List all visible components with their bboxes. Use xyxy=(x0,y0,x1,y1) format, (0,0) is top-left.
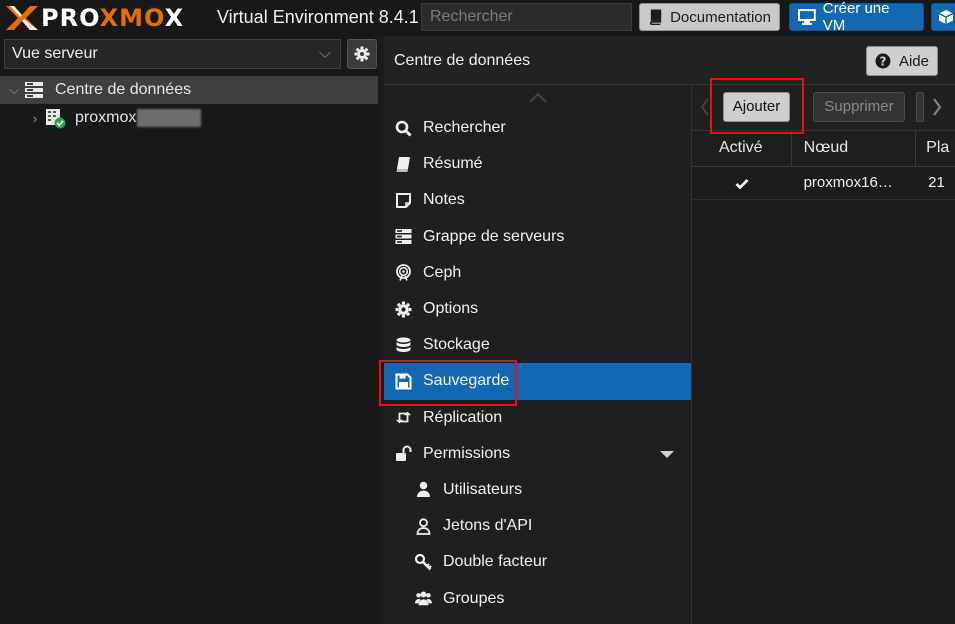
nav-item-summary[interactable]: Résumé xyxy=(384,146,691,182)
scroll-right-icon[interactable] xyxy=(932,97,942,117)
chevron-down-icon: ⌵ xyxy=(318,45,331,62)
user-icon xyxy=(417,482,430,498)
book-icon xyxy=(649,9,662,25)
documentation-button[interactable]: Documentation xyxy=(639,3,780,31)
svg-text:?: ? xyxy=(880,54,887,68)
nav-item-label: Rechercher xyxy=(423,119,506,137)
nav-item-two-factor[interactable]: Double facteur xyxy=(384,544,691,580)
desktop-icon xyxy=(798,9,816,25)
nav-item-users[interactable]: Utilisateurs xyxy=(384,472,691,508)
floppy-icon xyxy=(395,373,412,390)
expand-arrow-icon[interactable]: › xyxy=(28,111,42,126)
cell-schedule: 21 xyxy=(928,174,945,191)
toolbar: Ajouter Supprimer xyxy=(692,85,955,131)
tree-settings-button[interactable] xyxy=(347,39,377,69)
nav-item-label: Utilisateurs xyxy=(443,480,523,498)
nav-item-options[interactable]: Options xyxy=(384,291,691,327)
logo-part-2: XMO xyxy=(99,4,165,32)
resource-tree: ⌵ Centre de données › proxmox xyxy=(0,76,378,132)
backup-jobs-panel: Ajouter Supprimer Activé Nœud Pla proxmo… xyxy=(691,85,955,624)
nav-item-label: Double facteur xyxy=(443,553,548,571)
cell-enabled xyxy=(692,168,792,200)
remove-button[interactable]: Supprimer xyxy=(813,92,905,122)
nav-item-notes[interactable]: Notes xyxy=(384,182,691,218)
collapse-arrow-icon[interactable]: ⌵ xyxy=(7,82,21,98)
users-icon xyxy=(415,591,432,606)
note-icon xyxy=(396,192,411,208)
ceph-icon xyxy=(396,264,411,282)
node-online-icon xyxy=(46,109,66,129)
book-icon xyxy=(396,156,410,172)
gear-icon xyxy=(354,46,370,62)
expand-caret-icon[interactable] xyxy=(660,450,674,458)
nav-item-groups[interactable]: Groupes xyxy=(384,580,691,616)
nav-item-label: Options xyxy=(423,300,479,318)
column-header-node[interactable]: Nœud xyxy=(792,131,917,167)
tree-item-datacenter[interactable]: ⌵ Centre de données xyxy=(0,76,378,104)
gear-icon xyxy=(395,301,412,317)
check-icon xyxy=(735,179,749,190)
cell-node: proxmox16… xyxy=(803,174,893,191)
nav-item-api-tokens[interactable]: Jetons d'API xyxy=(384,508,691,544)
create-ct-button[interactable] xyxy=(931,3,955,31)
help-button[interactable]: ? Aide xyxy=(866,46,938,76)
proxmox-logo[interactable]: PROXMOX xyxy=(4,4,184,32)
nav-item-label: Stockage xyxy=(423,336,490,354)
toolbar-overflow-button[interactable] xyxy=(916,92,924,122)
help-label: Aide xyxy=(898,52,929,70)
column-header-enabled[interactable]: Activé xyxy=(692,131,792,167)
nav-item-ceph[interactable]: Ceph xyxy=(384,255,691,291)
server-icon xyxy=(395,229,412,245)
nav-item-label: Jetons d'API xyxy=(443,517,533,535)
tree-item-node[interactable]: › proxmox xyxy=(0,104,378,132)
database-icon xyxy=(396,337,411,352)
nav-item-search[interactable]: Rechercher xyxy=(384,110,691,146)
table-row[interactable]: proxmox16… 21 xyxy=(692,168,955,200)
documentation-label: Documentation xyxy=(670,8,771,26)
view-select-value: Vue serveur xyxy=(12,45,98,62)
grid-header: Activé Nœud Pla xyxy=(692,131,955,167)
search-input[interactable] xyxy=(421,3,632,31)
nav-item-replication[interactable]: Réplication xyxy=(384,400,691,436)
nav-item-storage[interactable]: Stockage xyxy=(384,327,691,363)
logo-part-1: PRO xyxy=(41,4,100,32)
nav-item-backup[interactable]: Sauvegarde xyxy=(384,363,691,400)
cube-icon xyxy=(938,10,954,24)
create-vm-button[interactable]: Créer une VM xyxy=(789,0,924,34)
key-icon xyxy=(415,553,432,571)
question-circle-icon: ? xyxy=(875,53,891,68)
nav-item-label: Ceph xyxy=(423,263,462,281)
column-header-schedule[interactable]: Pla xyxy=(916,131,955,167)
nav-item-label: Permissions xyxy=(423,444,511,462)
nav-item-cluster[interactable]: Grappe de serveurs xyxy=(384,219,691,255)
config-nav: Rechercher Résumé Notes Grappe de serveu… xyxy=(384,110,691,617)
retweet-icon xyxy=(395,411,412,424)
create-vm-label: Créer une VM xyxy=(822,0,890,34)
tree-item-label: proxmox xyxy=(75,109,137,126)
logo-part-3: X xyxy=(164,4,185,32)
nav-item-label: Notes xyxy=(423,191,465,209)
search-icon xyxy=(395,120,412,137)
nav-item-label: Sauvegarde xyxy=(423,372,510,390)
datacenter-icon xyxy=(25,82,43,98)
nav-item-label: Réplication xyxy=(423,408,503,426)
scroll-up-icon[interactable] xyxy=(528,90,548,104)
product-version-title: Virtual Environment 8.4.1 xyxy=(217,7,419,27)
resource-tree-panel: Vue serveur ⌵ ⌵ Centre de données › prox… xyxy=(0,36,378,624)
tree-item-label: Centre de données xyxy=(55,81,192,98)
view-select[interactable]: Vue serveur ⌵ xyxy=(4,39,341,69)
top-bar: PROXMOX Virtual Environment 8.4.1 Docume… xyxy=(0,0,955,36)
proxmox-x-icon xyxy=(6,6,38,30)
redacted-hostname xyxy=(137,109,202,127)
nav-item-permissions[interactable]: Permissions xyxy=(384,436,691,472)
nav-item-label: Résumé xyxy=(423,155,483,173)
nav-item-label: Groupes xyxy=(443,589,505,607)
logo-wordmark: PROXMOX xyxy=(41,4,184,32)
scroll-left-icon[interactable] xyxy=(700,97,710,117)
add-button[interactable]: Ajouter xyxy=(723,92,790,122)
unlock-icon xyxy=(396,445,412,462)
nav-item-label: Grappe de serveurs xyxy=(423,227,565,245)
user-outline-icon xyxy=(416,517,431,535)
